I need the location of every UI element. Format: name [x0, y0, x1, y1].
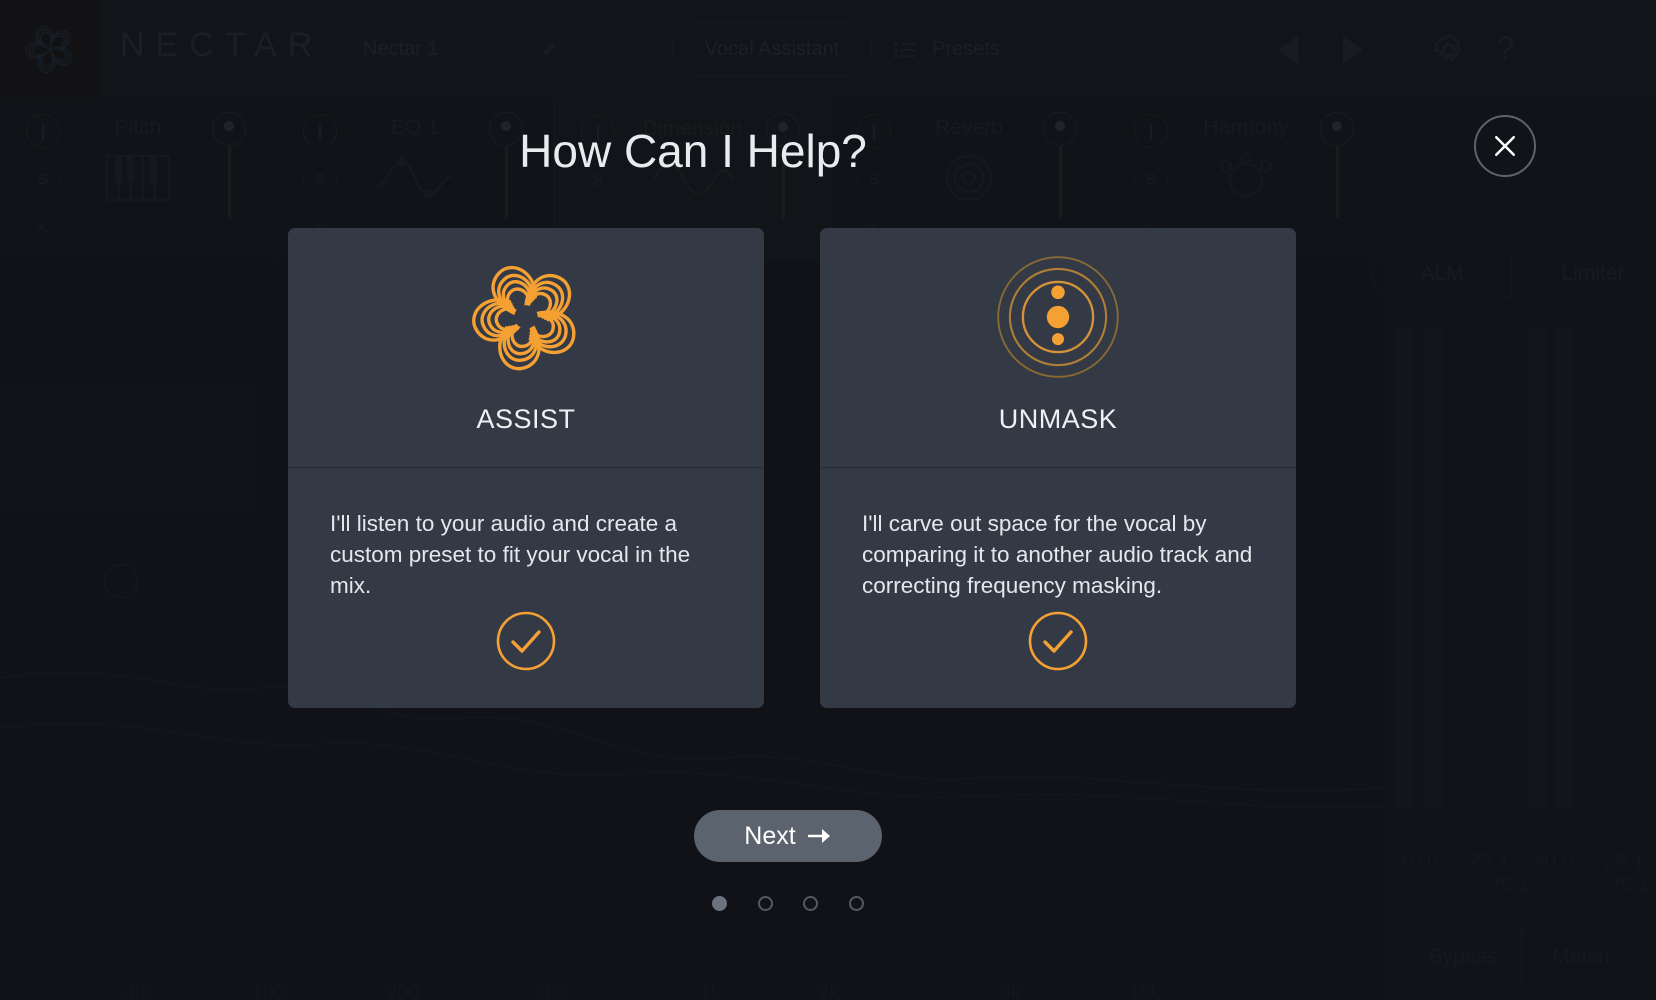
pagination-dot-3[interactable]	[803, 895, 819, 911]
card-title: UNMASK	[998, 404, 1118, 434]
arrow-right-icon	[807, 829, 830, 843]
close-x-icon	[1495, 136, 1515, 156]
pagination-dot-2[interactable]	[757, 895, 773, 911]
card-description: I'll carve out space for the vocal by co…	[862, 511, 1253, 599]
card-unmask[interactable]: UNMASK I'll carve out space for the voca…	[820, 228, 1296, 708]
card-body: I'll listen to your audio and create a c…	[288, 468, 764, 708]
page-title: How Can I Help?	[519, 125, 867, 177]
card-header: UNMASK	[820, 228, 1296, 468]
check-circle-icon[interactable]	[1027, 610, 1089, 672]
plugin-window: NECTAR Nectar 1 Vocal Assistant	[0, 0, 1656, 1000]
card-header: ASSIST	[288, 228, 764, 468]
close-button[interactable]	[1474, 115, 1536, 177]
next-button[interactable]: Next	[694, 810, 882, 862]
card-assist[interactable]: ASSIST I'll listen to your audio and cre…	[288, 228, 764, 708]
card-title: ASSIST	[476, 404, 576, 434]
izotope-spiral-icon	[472, 266, 576, 371]
choice-cards: ASSIST I'll listen to your audio and cre…	[288, 228, 1296, 708]
check-circle-icon[interactable]	[495, 610, 557, 672]
next-button-label: Next	[744, 821, 796, 850]
card-body: I'll carve out space for the vocal by co…	[820, 468, 1296, 708]
pagination-dots	[694, 888, 882, 918]
pagination-dot-4[interactable]	[848, 895, 864, 911]
card-description: I'll listen to your audio and create a c…	[330, 511, 691, 599]
unmask-rings-icon	[997, 256, 1119, 378]
pagination-dot-1[interactable]	[712, 895, 727, 911]
